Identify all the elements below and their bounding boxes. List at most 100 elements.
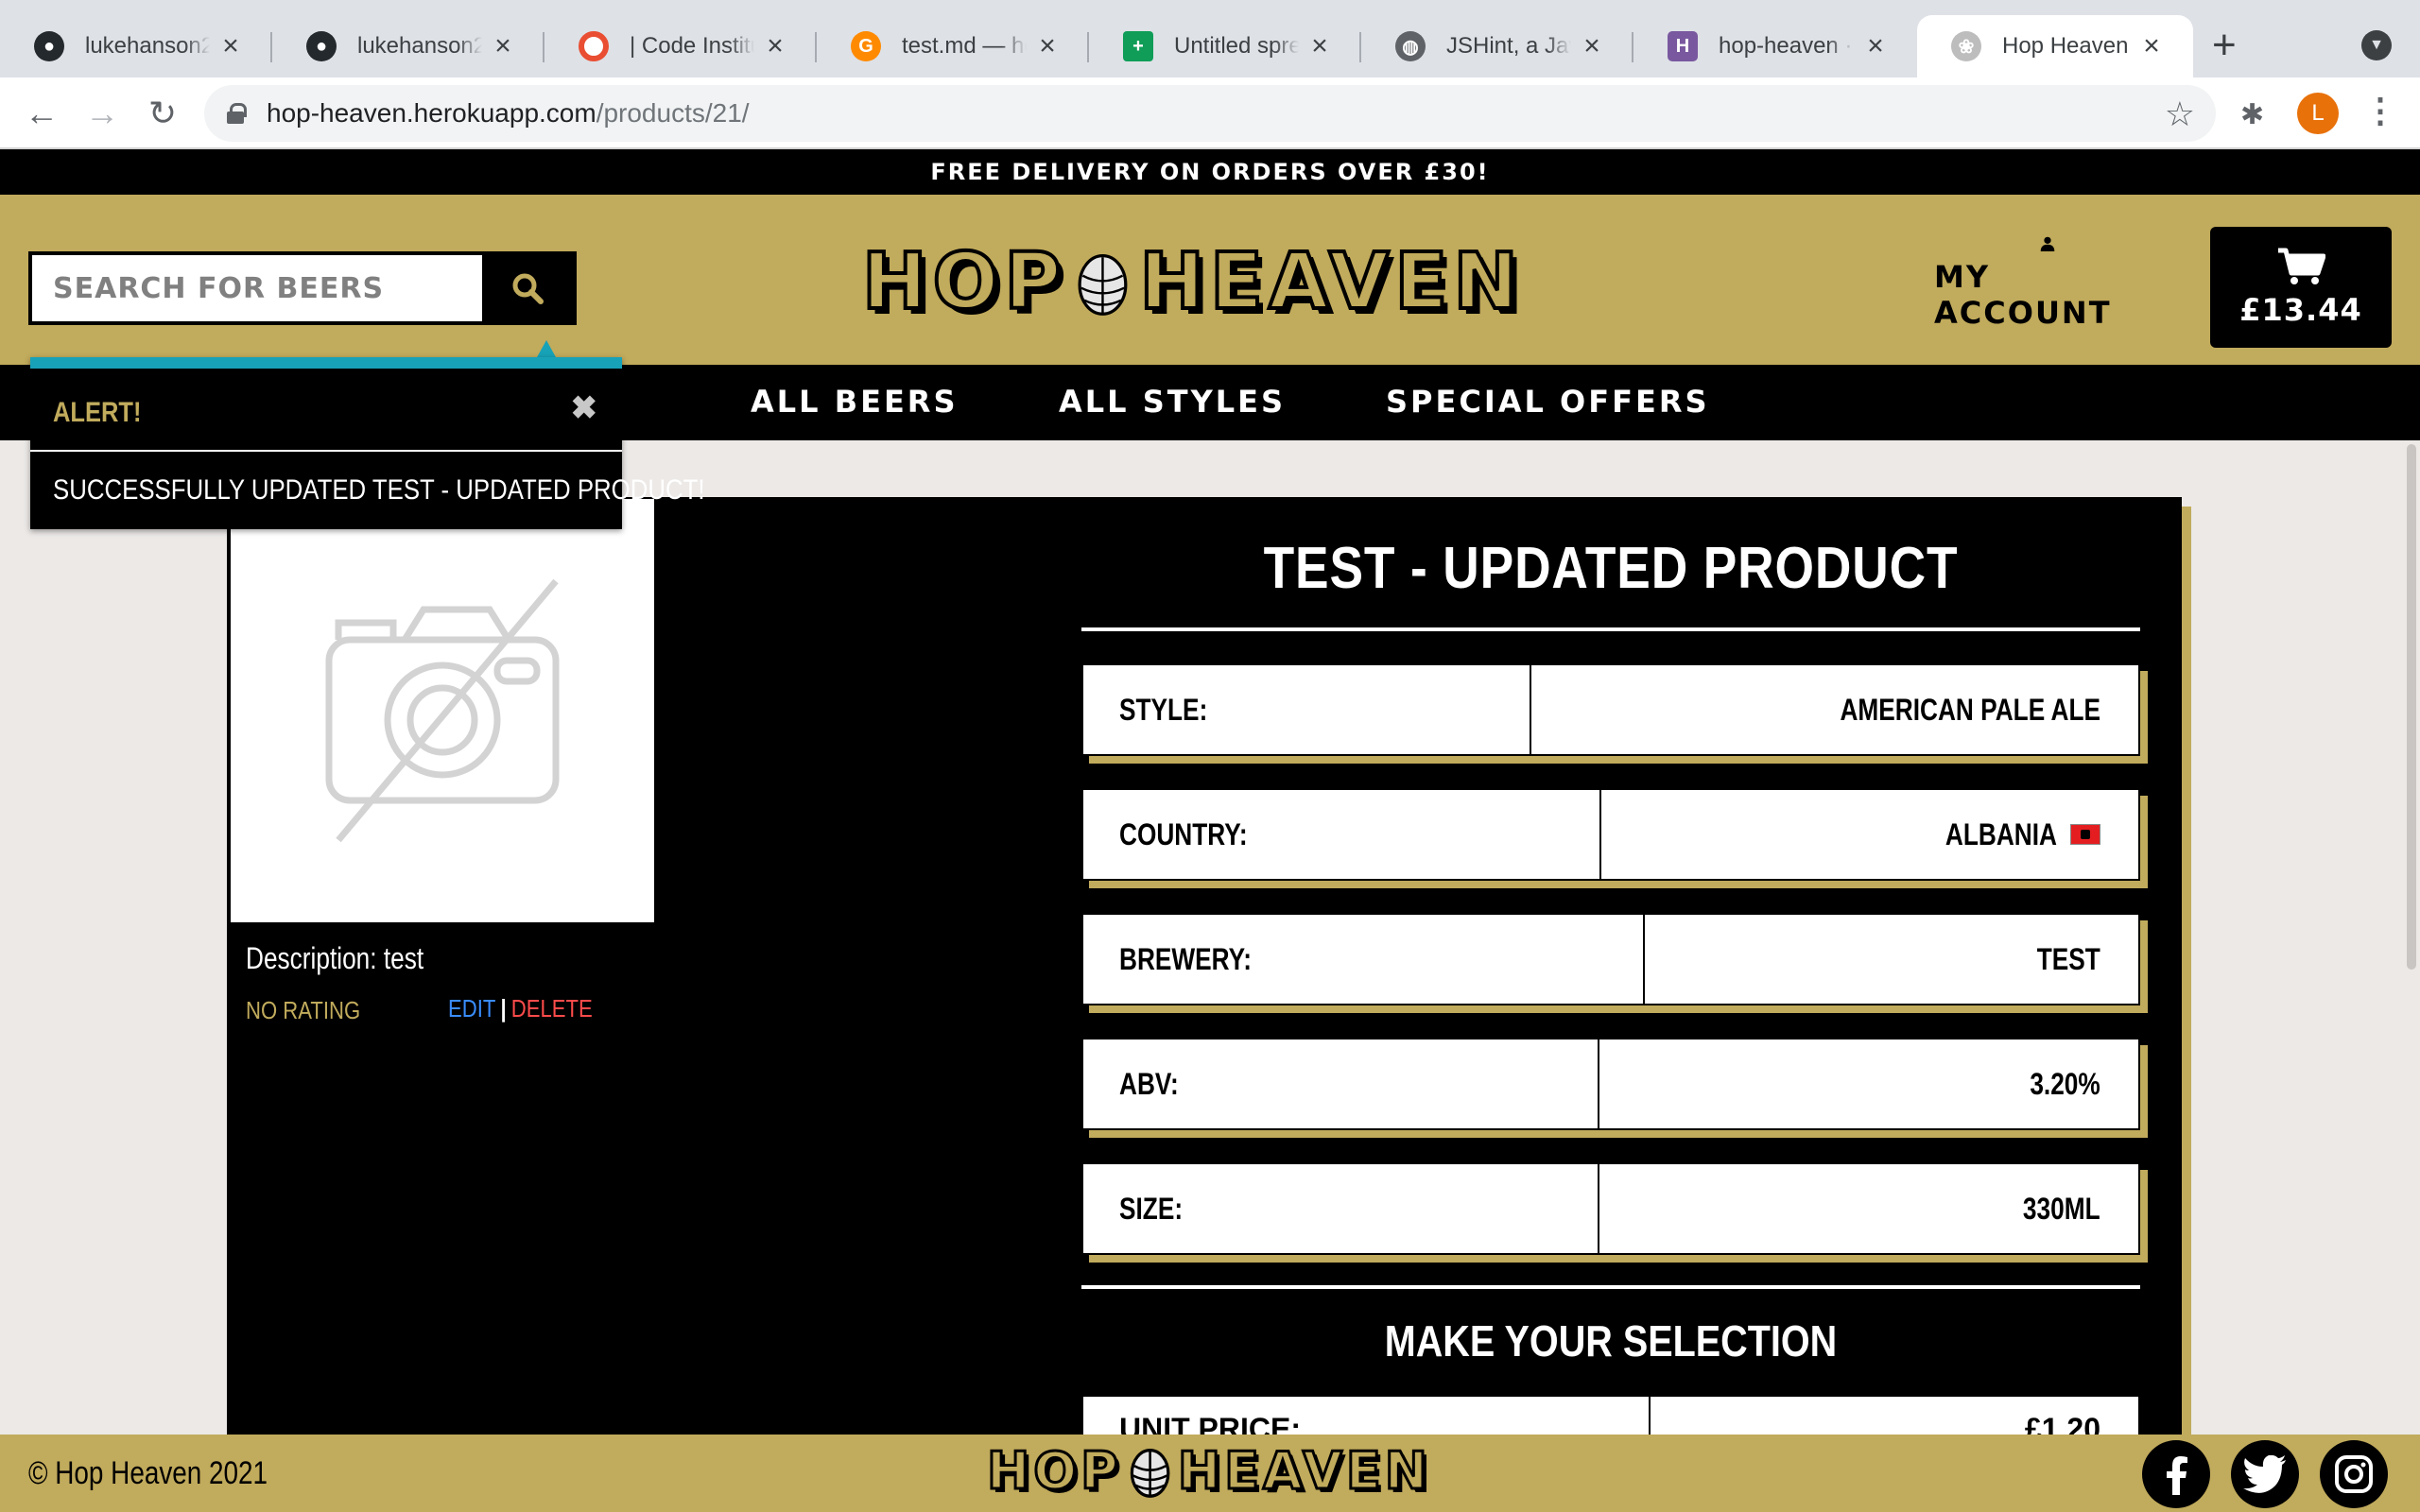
page-scrollbar-thumb[interactable] bbox=[2407, 444, 2416, 970]
product-title: TEST - UPDATED PRODUCT bbox=[1263, 536, 1959, 601]
detail-label-text: ABV: bbox=[1119, 1066, 1179, 1101]
shopping-cart-icon bbox=[2278, 248, 2325, 284]
detail-value: 3.20% bbox=[1599, 1040, 2138, 1128]
facebook-link[interactable] bbox=[2142, 1440, 2210, 1508]
browser-toolbar: ← → ↻ hop-heaven.herokuapp.com/products/… bbox=[0, 77, 2420, 149]
detail-row-brewery: BREWERY: TEST bbox=[1081, 913, 2140, 1005]
close-tab-icon[interactable]: × bbox=[762, 30, 788, 62]
url-host: hop-heaven.herokuapp.com bbox=[267, 98, 596, 128]
detail-label: BREWERY: bbox=[1083, 915, 1645, 1004]
detail-row-abv: ABV: 3.20% bbox=[1081, 1038, 2140, 1130]
tab-title: | Code Institute bbox=[630, 33, 754, 59]
detail-label-text: SIZE: bbox=[1119, 1191, 1184, 1226]
sheets-icon: + bbox=[1123, 31, 1153, 61]
instagram-icon bbox=[2335, 1455, 2373, 1493]
delete-product-link[interactable]: DELETE bbox=[511, 994, 593, 1022]
new-tab-icon[interactable]: + bbox=[2212, 25, 2237, 66]
url-path: /products/21/ bbox=[596, 98, 750, 128]
code-institute-icon bbox=[579, 31, 609, 61]
detail-value-text: TEST bbox=[2036, 941, 2100, 976]
browser-tab[interactable]: | Code Institute × bbox=[544, 15, 817, 77]
close-tab-icon[interactable]: × bbox=[2138, 30, 2165, 62]
forward-icon[interactable]: → bbox=[79, 91, 125, 136]
close-tab-icon[interactable]: × bbox=[1306, 30, 1333, 62]
product-rating: NO RATING bbox=[246, 996, 361, 1024]
toast-message: SUCCESSFULLY UPDATED TEST - UPDATED PROD… bbox=[53, 474, 705, 506]
extensions-icon[interactable]: ✱ bbox=[2240, 98, 2264, 131]
close-tab-icon[interactable]: × bbox=[490, 30, 516, 62]
my-account-label: MY ACCOUNT bbox=[1934, 259, 2112, 331]
shopping-bag-button[interactable]: £13.44 bbox=[2210, 227, 2392, 348]
site-footer: © Hop Heaven 2021 HOP HEAVEN bbox=[0, 1435, 2420, 1512]
twitter-icon bbox=[2243, 1455, 2286, 1493]
user-icon bbox=[2040, 236, 2055, 251]
detail-label-text: BREWERY: bbox=[1119, 941, 1252, 976]
detail-label-text: STYLE: bbox=[1119, 692, 1208, 727]
bag-total: £13.44 bbox=[2239, 292, 2362, 328]
toast-title: ALERT! bbox=[53, 397, 142, 428]
detail-value-text: AMERICAN PALE ALE bbox=[1840, 692, 2100, 727]
back-icon[interactable]: ← bbox=[19, 91, 64, 136]
browser-tab[interactable]: G test.md — hop-heaven × bbox=[817, 15, 1089, 77]
browser-tab[interactable]: ● lukehanson24 × bbox=[0, 15, 272, 77]
detail-label: COUNTRY: bbox=[1083, 790, 1601, 879]
tab-title: JSHint, a JavaScript bbox=[1446, 33, 1571, 59]
tab-title: Hop Heaven bbox=[2002, 33, 2129, 59]
promo-banner: FREE DELIVERY ON ORDERS OVER £30! bbox=[0, 149, 2420, 195]
twitter-link[interactable] bbox=[2231, 1440, 2299, 1508]
github-icon: ● bbox=[306, 31, 337, 61]
logo-text-left: HOP bbox=[860, 237, 1067, 327]
footer-logo[interactable]: HOP HEAVEN bbox=[986, 1440, 1431, 1503]
search-input[interactable] bbox=[32, 255, 482, 321]
detail-row-style: STYLE: AMERICAN PALE ALE bbox=[1081, 663, 2140, 756]
tab-search-icon[interactable]: ▼ bbox=[2361, 30, 2392, 60]
site-header: HOP HEAVEN MY ACCOUNT £13.44 bbox=[0, 195, 2420, 365]
detail-label: SIZE: bbox=[1083, 1164, 1599, 1253]
edit-product-link[interactable]: EDIT bbox=[448, 994, 495, 1022]
profile-avatar[interactable]: L bbox=[2297, 93, 2339, 134]
detail-label-text: COUNTRY: bbox=[1119, 816, 1248, 851]
tab-title: lukehanson24 bbox=[85, 33, 210, 59]
github-icon: ● bbox=[34, 31, 64, 61]
reload-icon[interactable]: ↻ bbox=[140, 91, 185, 136]
bookmark-star-icon[interactable]: ☆ bbox=[2165, 94, 2195, 134]
close-tab-icon[interactable]: × bbox=[1579, 30, 1605, 62]
instagram-link[interactable] bbox=[2320, 1440, 2388, 1508]
site-logo[interactable]: HOP HEAVEN bbox=[860, 237, 1524, 327]
nav-all-beers[interactable]: ALL BEERS bbox=[751, 384, 958, 420]
browser-tab[interactable]: + Untitled spreadsheet × bbox=[1089, 15, 1361, 77]
admin-links: EDIT | DELETE bbox=[448, 994, 593, 1023]
close-tab-icon[interactable]: × bbox=[217, 30, 244, 62]
hop-icon: ❀ bbox=[1951, 31, 1981, 61]
browser-tab[interactable]: H hop-heaven · Heroku × bbox=[1634, 15, 1917, 77]
heroku-icon: H bbox=[1668, 31, 1698, 61]
detail-value: 330ML bbox=[1599, 1164, 2138, 1253]
tab-title: hop-heaven · Heroku bbox=[1719, 33, 1855, 59]
my-account-link[interactable]: MY ACCOUNT bbox=[1934, 236, 2161, 331]
detail-value: ALBANIA bbox=[1601, 790, 2138, 879]
browser-tab-active[interactable]: ❀ Hop Heaven × bbox=[1917, 15, 2193, 77]
browser-tab[interactable]: ● lukehanson24 × bbox=[272, 15, 544, 77]
product-description: Description: test bbox=[246, 941, 424, 975]
footer-logo-text-right: HEAVEN bbox=[1176, 1441, 1431, 1501]
detail-row-country: COUNTRY: ALBANIA bbox=[1081, 788, 2140, 881]
close-tab-icon[interactable]: × bbox=[1034, 30, 1061, 62]
selection-divider bbox=[1081, 1285, 2140, 1289]
tab-title: test.md — hop-heaven bbox=[902, 33, 1027, 59]
nav-special-offers[interactable]: SPECIAL OFFERS bbox=[1386, 384, 1710, 420]
copyright-text: © Hop Heaven 2021 bbox=[28, 1455, 268, 1491]
address-bar[interactable]: hop-heaven.herokuapp.com/products/21/ ☆ bbox=[204, 85, 2216, 142]
close-tab-icon[interactable]: × bbox=[1862, 30, 1889, 62]
browser-tab[interactable]: ◍ JSHint, a JavaScript × bbox=[1361, 15, 1634, 77]
detail-value: TEST bbox=[1645, 915, 2138, 1004]
nav-all-styles[interactable]: ALL STYLES bbox=[1059, 384, 1286, 420]
hop-cone-icon bbox=[1130, 1448, 1170, 1498]
detail-row-size: SIZE: 330ML bbox=[1081, 1162, 2140, 1255]
albania-flag-icon bbox=[2070, 824, 2100, 845]
product-image-placeholder bbox=[231, 499, 654, 922]
browser-menu-icon[interactable]: ⋮ bbox=[2363, 91, 2397, 130]
hop-cone-icon bbox=[1078, 253, 1128, 316]
close-icon[interactable]: ✖ bbox=[571, 389, 598, 427]
admin-links-separator: | bbox=[500, 994, 507, 1022]
search-button[interactable] bbox=[482, 255, 573, 321]
